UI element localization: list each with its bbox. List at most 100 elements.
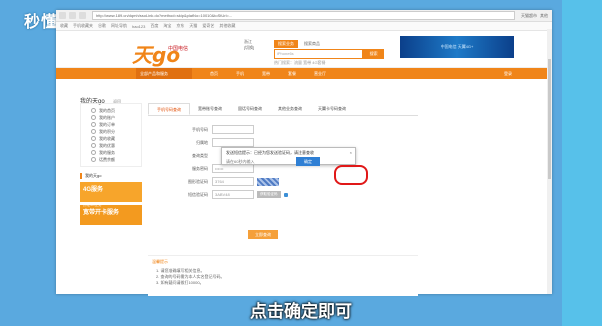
phone-input[interactable] (212, 125, 254, 134)
captcha-image[interactable] (257, 177, 279, 186)
help-icon[interactable] (283, 192, 288, 197)
sidebar-item[interactable]: 我的优惠 (81, 142, 141, 149)
bookmark[interactable]: 爱奇艺 (202, 23, 214, 29)
promo-title: 宽带开卡服务 (83, 210, 120, 216)
promo-sub: 办理宽带业务 (83, 226, 104, 230)
bookmarks-bar: 收藏 手机收藏夹 谷歌 网址导航 hao123 百度 淘宝 京东 天猫 爱奇艺 … (56, 22, 552, 31)
city-input[interactable] (212, 138, 254, 147)
bookmark[interactable]: hao123 (132, 24, 145, 29)
sms-popup: 发送短信提示：已经为您发送验证码，请注意查收 请在60秒内输入 × (221, 147, 356, 165)
nav-item-phone[interactable]: 手机 (236, 71, 244, 77)
bullet-icon (91, 122, 96, 127)
search-row: iPhone6s 搜索 (274, 49, 384, 59)
sidebar-section-title: 我的天go (80, 173, 142, 179)
video-caption: 点击确定即可 (250, 302, 352, 322)
search-button[interactable]: 搜索 (363, 49, 384, 59)
sidebar-item[interactable]: 我的积分 (81, 128, 141, 135)
bookmark[interactable]: 网址导航 (111, 23, 127, 29)
promo-sub: 办理4G业务 (83, 203, 102, 207)
bullet-icon (91, 129, 96, 134)
sidebar-item-label: 我的积分 (99, 129, 115, 134)
sidebar-item-label: 我的收藏 (99, 136, 115, 141)
nav-item-hall[interactable]: 营业厅 (314, 71, 326, 77)
search-input[interactable]: iPhone6s (274, 49, 364, 59)
toolbar-right: 天猫超市 其他 (521, 13, 548, 19)
nav-item-plan[interactable]: 套餐 (288, 71, 296, 77)
query-tabs: 手机号码查询 宽带账号查询 固话号码查询 其他业务查询 天翼卡号码查询 (148, 103, 418, 116)
video-frame: 秒懂视频 http://www.189.cn/dqmh/ssoLink.do?m… (0, 0, 602, 326)
nav-item-home[interactable]: 首页 (210, 71, 218, 77)
nav-all-products[interactable]: 全部产品和服务 (136, 68, 192, 79)
captcha-input[interactable]: 3764 (212, 177, 254, 186)
tab-other[interactable]: 其他业务查询 (270, 103, 310, 115)
refresh-icon[interactable] (79, 12, 86, 19)
bullet-icon (91, 115, 96, 120)
header-banner[interactable]: 中国电信 天翼4G+ (400, 36, 514, 58)
city-switch[interactable]: [切换] (244, 45, 254, 51)
bullet-icon (91, 150, 96, 155)
promo-title: 4G服务 (83, 187, 104, 193)
popup-message: 发送短信提示：已经为您发送验证码，请注意查收 (226, 150, 314, 155)
sidebar-item[interactable]: 我的账户 (81, 114, 141, 121)
sidebar-item[interactable]: 我的订单 (81, 121, 141, 128)
bullet-icon (91, 136, 96, 141)
get-code-button[interactable]: 获取验证码 (257, 191, 281, 198)
site-logo[interactable]: 天go (132, 39, 180, 68)
password-input[interactable]: •••••• (212, 164, 254, 173)
search-tab-business[interactable]: 搜索业务 (274, 40, 298, 48)
toolbar-link-1[interactable]: 其他 (540, 13, 548, 19)
sidebar-item-label: 我的首页 (99, 108, 115, 113)
tab-broadband[interactable]: 宽带账号查询 (190, 103, 230, 115)
sidebar-item-label: 话费余额 (99, 157, 115, 162)
sidebar-item[interactable]: 话费余额 (81, 156, 141, 163)
address-bar[interactable]: http://www.189.cn/dqmh/ssoLink.do?method… (92, 11, 515, 20)
tab-landline[interactable]: 固话号码查询 (230, 103, 270, 115)
nav-login[interactable]: 登录 (504, 71, 512, 77)
search-tabs: 搜索业务 搜索商品 (274, 40, 384, 48)
sidebar-item[interactable]: 我的首页 (81, 107, 141, 114)
toolbar-link-0[interactable]: 天猫超市 (521, 13, 537, 19)
confirm-button[interactable]: 确定 (296, 157, 320, 166)
nav-item-broadband[interactable]: 宽带 (262, 71, 270, 77)
city-label: 归属地 (196, 139, 208, 145)
sidebar-item[interactable]: 我的服务 (81, 149, 141, 156)
city-selector[interactable]: 浙江 [切换] (244, 39, 254, 51)
scrollbar[interactable] (547, 29, 552, 294)
browser-titlebar: http://www.189.cn/dqmh/ssoLink.do?method… (56, 10, 552, 22)
sidebar-item-label: 我的服务 (99, 150, 115, 155)
sms-input[interactable]: 3ABV48 (212, 190, 254, 199)
bookmark[interactable]: 谷歌 (98, 23, 106, 29)
bullet-icon (91, 108, 96, 113)
search-tab-goods[interactable]: 搜索商品 (300, 40, 324, 48)
bookmark[interactable]: 手机收藏夹 (73, 23, 93, 29)
sidebar-item-label: 我的优惠 (99, 143, 115, 148)
bookmark[interactable]: 百度 (150, 23, 158, 29)
bookmark[interactable]: 淘宝 (163, 23, 171, 29)
forward-icon[interactable] (69, 12, 76, 19)
sidebar-item-label: 我的订单 (99, 122, 115, 127)
frame-stripe (562, 0, 602, 326)
submit-button[interactable]: 立即查询 (248, 230, 278, 239)
tab-card[interactable]: 天翼卡号码查询 (310, 103, 354, 115)
phone-label: 手机号码 (192, 126, 208, 132)
bullet-icon (91, 143, 96, 148)
bookmark[interactable]: 其他收藏 (219, 23, 235, 29)
bookmark[interactable]: 收藏 (60, 23, 68, 29)
form-row-sms: 短信验证码 3ABV48 获取验证码 (178, 188, 398, 201)
captcha-label: 图形验证码 (188, 178, 208, 184)
back-icon[interactable] (59, 12, 66, 19)
bookmark[interactable]: 天猫 (189, 23, 197, 29)
bookmark[interactable]: 京东 (176, 23, 184, 29)
close-icon[interactable]: × (350, 150, 352, 155)
sidebar-item-label: 我的账户 (99, 115, 115, 120)
promo-broadband[interactable]: 宽带开卡服务 办理宽带业务 (80, 205, 142, 230)
main-nav: 全部产品和服务 首页 手机 宽带 套餐 营业厅 登录 (56, 68, 552, 79)
promo-4g[interactable]: 4G服务办理4G业务 (80, 182, 142, 207)
form-row-phone: 手机号码 (178, 123, 398, 136)
bullet-icon (91, 157, 96, 162)
type-label: 查询类型 (192, 152, 208, 158)
hot-search[interactable]: 热门搜索：流量 宽带 4G套餐 (274, 60, 384, 66)
sidebar-item[interactable]: 我的收藏 (81, 135, 141, 142)
tab-phone[interactable]: 手机号码查询 (148, 103, 190, 115)
scrollbar-thumb[interactable] (548, 59, 551, 179)
